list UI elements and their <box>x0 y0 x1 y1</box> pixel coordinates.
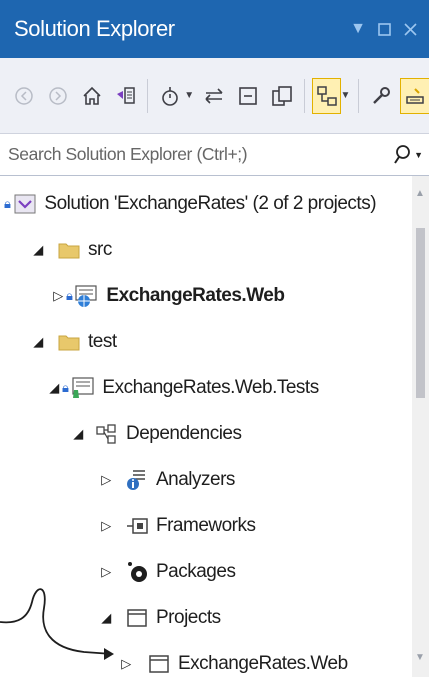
maximize-icon[interactable] <box>375 20 393 38</box>
filter-icon[interactable] <box>311 77 342 114</box>
scroll-up-icon[interactable]: ▲ <box>415 188 425 199</box>
toolbar-separator <box>147 78 149 113</box>
tree-item-label: ExchangeRates.Web <box>178 653 348 674</box>
tree-item-label: test <box>88 331 117 352</box>
search-icon[interactable] <box>393 144 411 165</box>
solution-tree: 🔒︎ Solution 'ExchangeRates' (2 of 2 proj… <box>0 176 412 677</box>
lock-icon: 🔒︎ <box>62 380 69 395</box>
tree-item-project-reference[interactable]: ▷ ExchangeRates.Web <box>118 642 348 677</box>
tree-item-test-folder[interactable]: ◢ test <box>30 320 117 364</box>
folder-icon <box>56 330 82 354</box>
tree-item-dependencies[interactable]: ◢ Dependencies <box>70 412 242 456</box>
back-icon[interactable] <box>10 79 38 113</box>
project-reference-icon <box>146 652 172 676</box>
tree-item-tests-project[interactable]: ◢ 🔒︎ ExchangeRates.Web.Tests <box>46 366 319 410</box>
toolbar: ▼ ▼ <box>0 58 429 134</box>
chevron-down-icon[interactable]: ▼ <box>340 90 350 101</box>
collapsed-arrow-icon[interactable]: ▷ <box>98 564 114 580</box>
solution-explorer-window: Solution Explorer ▼ ▼ ▼ Search Solution … <box>0 0 429 677</box>
vertical-scrollbar[interactable]: ▲ ▼ <box>412 176 429 677</box>
expanded-arrow-icon[interactable]: ◢ <box>30 242 46 258</box>
tree-item-label: Frameworks <box>156 515 256 536</box>
title-bar: Solution Explorer ▼ <box>0 0 429 58</box>
tree-item-packages[interactable]: ▷ Packages <box>98 550 236 594</box>
tree-item-projects[interactable]: ◢ Projects <box>98 596 221 640</box>
tree-item-label: ExchangeRates.Web <box>106 285 285 306</box>
collapsed-arrow-icon[interactable]: ▷ <box>118 656 134 672</box>
title-bar-tools: ▼ <box>349 20 419 38</box>
tree-item-label: Analyzers <box>156 469 235 490</box>
scrollbar-thumb[interactable] <box>416 228 425 398</box>
expanded-arrow-icon[interactable]: ◢ <box>30 334 46 350</box>
show-all-files-icon[interactable] <box>268 79 296 113</box>
tree-item-label: Projects <box>156 607 221 628</box>
window-title: Solution Explorer <box>14 16 175 41</box>
test-project-icon <box>70 376 96 400</box>
tree-item-label: src <box>88 239 112 260</box>
tree-item-src-folder[interactable]: ◢ src <box>30 228 112 272</box>
expanded-arrow-icon[interactable]: ◢ <box>70 426 86 442</box>
folder-icon <box>56 238 82 262</box>
solution-icon <box>12 192 38 216</box>
analyzers-icon <box>124 468 150 492</box>
pending-changes-icon[interactable] <box>156 79 184 113</box>
collapsed-arrow-icon[interactable]: ▷ <box>98 518 114 534</box>
packages-icon <box>124 560 150 584</box>
collapse-all-icon[interactable] <box>234 79 262 113</box>
projects-icon <box>124 606 150 630</box>
forward-icon[interactable] <box>44 79 72 113</box>
tree-item-analyzers[interactable]: ▷ Analyzers <box>98 458 235 502</box>
properties-wrench-icon[interactable] <box>367 79 395 113</box>
search-options-icon[interactable]: ▼ <box>414 150 423 160</box>
chevron-down-icon[interactable]: ▼ <box>184 90 194 101</box>
lock-icon: 🔒︎ <box>4 196 11 211</box>
switch-views-icon[interactable] <box>112 79 140 113</box>
close-icon[interactable] <box>401 20 419 38</box>
preview-selected-icon[interactable] <box>400 77 429 114</box>
collapsed-arrow-icon[interactable]: ▷ <box>98 472 114 488</box>
expanded-arrow-icon[interactable]: ◢ <box>46 380 62 396</box>
web-project-icon <box>74 284 100 308</box>
search-controls: ▼ <box>393 144 423 165</box>
collapsed-arrow-icon[interactable]: ▷ <box>50 288 66 304</box>
tree-item-label: Dependencies <box>126 423 242 444</box>
frameworks-icon <box>124 514 150 538</box>
dropdown-icon[interactable]: ▼ <box>349 20 367 38</box>
sync-icon[interactable] <box>200 79 228 113</box>
tree-item-label: ExchangeRates.Web.Tests <box>102 377 319 398</box>
search-bar: ▼ <box>0 134 429 176</box>
expanded-arrow-icon[interactable]: ◢ <box>98 610 114 626</box>
dependencies-icon <box>94 422 120 446</box>
lock-icon: 🔒︎ <box>66 288 73 303</box>
home-icon[interactable] <box>78 79 106 113</box>
scroll-down-icon[interactable]: ▼ <box>415 652 425 663</box>
tree-item-label: Solution 'ExchangeRates' (2 of 2 project… <box>44 193 377 214</box>
toolbar-separator <box>358 78 360 113</box>
tree-item-frameworks[interactable]: ▷ Frameworks <box>98 504 256 548</box>
tree-item-solution[interactable]: 🔒︎ Solution 'ExchangeRates' (2 of 2 proj… <box>4 182 377 226</box>
tree-item-label: Packages <box>156 561 236 582</box>
search-input[interactable] <box>6 143 378 166</box>
tree-item-web-project[interactable]: ▷ 🔒︎ ExchangeRates.Web <box>50 274 285 318</box>
toolbar-separator <box>303 78 305 113</box>
